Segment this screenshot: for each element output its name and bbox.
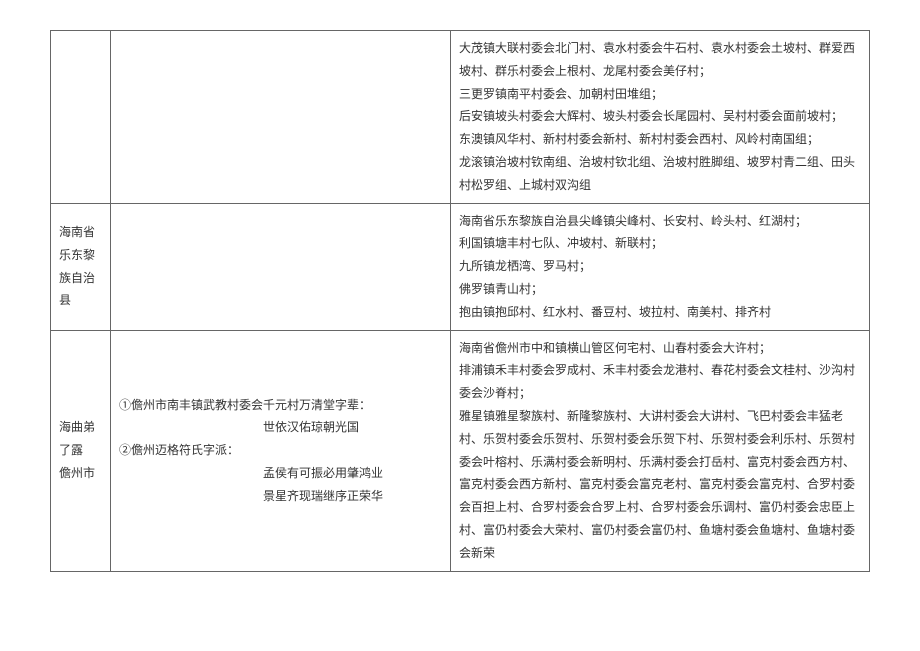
area-cell: 海南省乐东黎族自治县 [51, 203, 111, 330]
area-cell: 海曲弟了露 儋州市 [51, 330, 111, 571]
table-row: 海南省乐东黎族自治县 海南省乐东黎族自治县尖峰镇尖峰村、长安村、岭头村、红湖村；… [51, 203, 870, 330]
villages-cell: 海南省乐东黎族自治县尖峰镇尖峰村、长安村、岭头村、红湖村； 利国镇塘丰村七队、冲… [451, 203, 870, 330]
villages-cell: 大茂镇大联村委会北门村、袁水村委会牛石村、袁水村委会土坡村、群爱西坡村、群乐村委… [451, 31, 870, 204]
village-text: 海南省儋州市中和镇横山管区何宅村、山春村委会大许村； 排浦镇禾丰村委会罗成村、禾… [459, 341, 855, 560]
villages-cell: 海南省儋州市中和镇横山管区何宅村、山春村委会大许村； 排浦镇禾丰村委会罗成村、禾… [451, 330, 870, 571]
table-row: 大茂镇大联村委会北门村、袁水村委会牛石村、袁水村委会土坡村、群爱西坡村、群乐村委… [51, 31, 870, 204]
poem-text: ①儋州市南丰镇武教村委会千元村万清堂字辈： 世依汉佑琼朝光国 ②儋州迈格符氏字派… [119, 398, 383, 503]
village-text: 大茂镇大联村委会北门村、袁水村委会牛石村、袁水村委会土坡村、群爱西坡村、群乐村委… [459, 41, 855, 192]
villages-table: 大茂镇大联村委会北门村、袁水村委会牛石村、袁水村委会土坡村、群爱西坡村、群乐村委… [50, 30, 870, 572]
area-text: 海南省乐东黎族自治县 [59, 225, 95, 307]
middle-cell: ①儋州市南丰镇武教村委会千元村万清堂字辈： 世依汉佑琼朝光国 ②儋州迈格符氏字派… [111, 330, 451, 571]
middle-cell [111, 31, 451, 204]
village-text: 海南省乐东黎族自治县尖峰镇尖峰村、长安村、岭头村、红湖村； 利国镇塘丰村七队、冲… [459, 214, 807, 319]
middle-cell [111, 203, 451, 330]
table-row: 海曲弟了露 儋州市 ①儋州市南丰镇武教村委会千元村万清堂字辈： 世依汉佑琼朝光国… [51, 330, 870, 571]
area-text: 海曲弟了露 儋州市 [59, 420, 95, 480]
area-cell [51, 31, 111, 204]
